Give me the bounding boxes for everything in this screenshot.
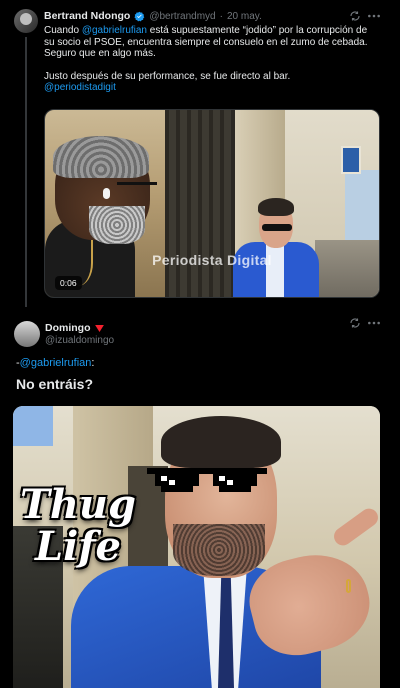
gold-ring bbox=[346, 579, 351, 593]
tweet-text-line-2: su socio el PSOE, encuentra siempre el c… bbox=[44, 36, 368, 48]
overlay-line-1: Thug bbox=[20, 481, 136, 528]
thug-life-overlay-text: Thug Life bbox=[19, 484, 137, 568]
pixel-sunglasses bbox=[147, 468, 267, 492]
tweet-post-2[interactable]: Domingo @izualdomingo -@gabrielrufian: N… bbox=[0, 308, 400, 688]
blue-window bbox=[341, 146, 361, 174]
author-name[interactable]: Domingo bbox=[45, 322, 91, 334]
author-handle[interactable]: @izualdomingo bbox=[45, 335, 114, 346]
man-right-sunglasses bbox=[262, 224, 292, 231]
sky-patch bbox=[345, 170, 379, 240]
tweet-post-1[interactable]: Bertrand Ndongo @bertrandmyd · 20 may. C… bbox=[0, 0, 400, 308]
author-avatar[interactable] bbox=[14, 321, 40, 347]
author-name[interactable]: Bertrand Ndongo bbox=[44, 10, 130, 22]
man-beard bbox=[173, 524, 265, 576]
more-options-icon[interactable] bbox=[367, 317, 381, 329]
tag-mention-link[interactable]: @periodistadigit bbox=[44, 82, 379, 94]
post-date[interactable]: 20 may. bbox=[227, 11, 262, 22]
mention-link[interactable]: @gabrielrufian bbox=[20, 357, 92, 369]
video-frame bbox=[45, 110, 379, 297]
verified-badge-icon bbox=[134, 11, 145, 21]
video-duration-badge: 0:06 bbox=[55, 276, 82, 290]
post-header: Bertrand Ndongo @bertrandmyd · 20 may. bbox=[44, 10, 262, 22]
author-handle[interactable]: @bertrandmyd bbox=[149, 11, 215, 22]
tweet-text-line-1: Cuando @gabrielrufian está supuestamente… bbox=[44, 25, 368, 36]
header-separator: · bbox=[219, 10, 223, 22]
iron-gate bbox=[165, 110, 235, 297]
author-avatar[interactable] bbox=[14, 9, 38, 33]
man-left-beard bbox=[89, 206, 145, 244]
video-watermark: Periodista Digital bbox=[152, 252, 272, 268]
man-left-hair bbox=[53, 136, 149, 178]
overlay-line-2: Life bbox=[35, 523, 121, 570]
red-triangle-flag-icon bbox=[94, 324, 104, 332]
man-left-glasses bbox=[117, 182, 157, 192]
post-header: Domingo bbox=[45, 322, 104, 334]
street-background bbox=[315, 240, 379, 297]
reply-text: -@gabrielrufian: bbox=[16, 357, 95, 369]
sky-corner bbox=[13, 406, 53, 446]
thread-connector-line bbox=[25, 37, 27, 307]
more-options-icon[interactable] bbox=[367, 10, 381, 22]
video-player[interactable]: Periodista Digital 0:06 bbox=[44, 109, 380, 298]
earbud bbox=[103, 188, 110, 199]
man-right-hair bbox=[258, 198, 294, 216]
tweet-text-line-3: Seguro que en algo más. bbox=[44, 48, 156, 60]
tweet-text-line-4: Justo después de su performance, se fue … bbox=[44, 70, 291, 82]
grok-icon[interactable] bbox=[349, 10, 361, 22]
mention-link[interactable]: @gabrielrufian bbox=[82, 25, 147, 36]
man-hair bbox=[161, 416, 281, 468]
post-question-text: No entráis? bbox=[16, 376, 94, 392]
tweet-text: Cuando @gabrielrufian está supuestamente… bbox=[44, 25, 379, 94]
text-spacer bbox=[44, 60, 379, 71]
post-image[interactable]: Thug Life bbox=[13, 406, 380, 688]
grok-icon[interactable] bbox=[349, 317, 361, 329]
